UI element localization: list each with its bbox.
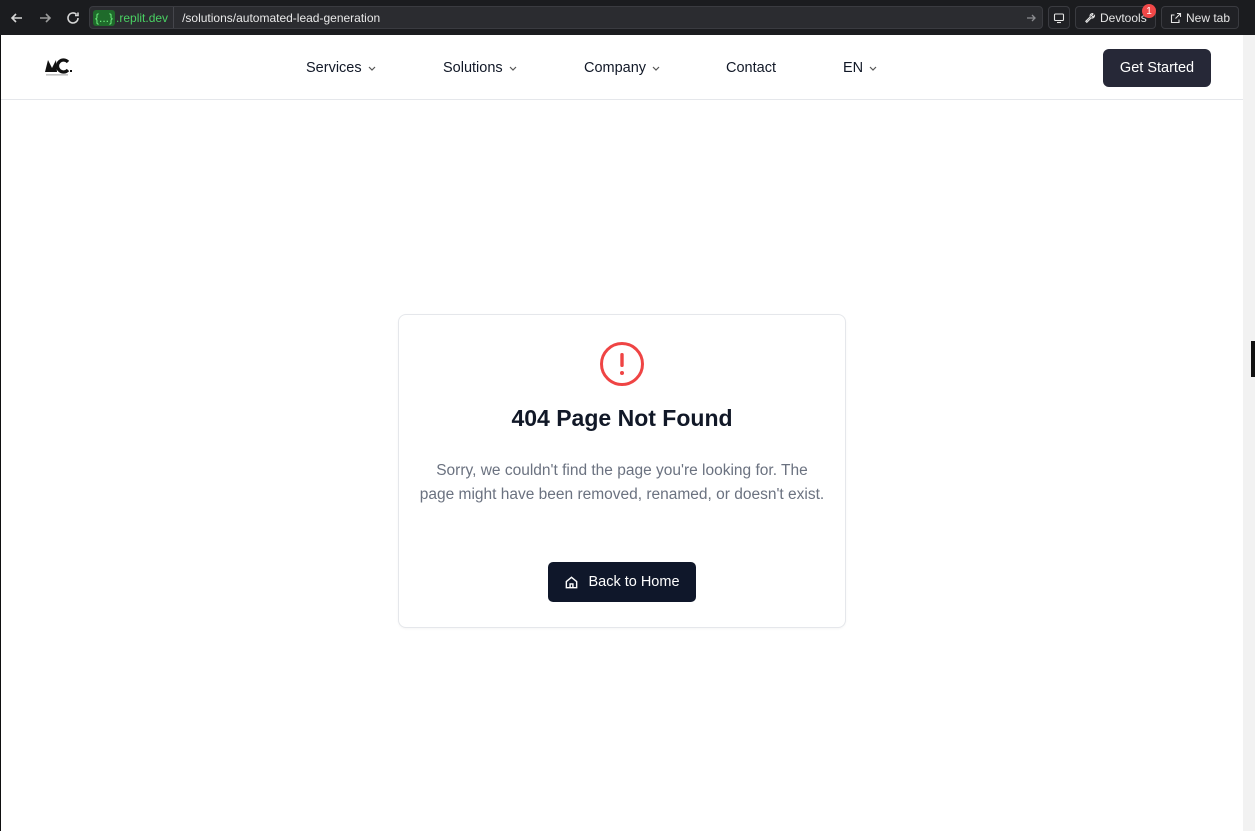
monitor-icon[interactable]	[1048, 6, 1070, 29]
reload-icon[interactable]	[59, 4, 87, 32]
nav-contact[interactable]: Contact	[726, 35, 776, 100]
scroll-gutter	[1243, 35, 1255, 831]
nav-solutions[interactable]: Solutions	[443, 35, 518, 100]
devtools-label: Devtools	[1100, 10, 1147, 25]
go-arrow-icon[interactable]	[1020, 7, 1042, 28]
back-arrow-icon[interactable]	[3, 4, 31, 32]
error-title: 404 Page Not Found	[511, 405, 733, 431]
site-header: Services Solutions Company Contact EN Ge…	[1, 35, 1243, 100]
get-started-button[interactable]: Get Started	[1103, 49, 1211, 87]
url-domain: {...} .replit.dev	[90, 7, 175, 28]
devtools-notification-badge: 1	[1142, 4, 1156, 18]
wrench-icon	[1085, 12, 1096, 23]
chevron-down-icon	[869, 66, 877, 71]
language-label: EN	[843, 59, 864, 76]
chevron-down-icon	[368, 66, 376, 71]
page: Services Solutions Company Contact EN Ge…	[1, 35, 1243, 831]
not-found-card: 404 Page Not Found Sorry, we couldn't fi…	[398, 314, 846, 628]
new-tab-button[interactable]: New tab	[1161, 6, 1239, 29]
url-domain-text: .replit.dev	[116, 10, 169, 25]
address-bar[interactable]: {...} .replit.dev /solutions/automated-l…	[89, 6, 1043, 29]
language-selector[interactable]: EN	[843, 35, 878, 100]
nav-solutions-label: Solutions	[443, 59, 503, 76]
nav-contact-label: Contact	[726, 59, 776, 76]
nav-services[interactable]: Services	[306, 35, 377, 100]
home-icon	[566, 575, 578, 588]
new-tab-label: New tab	[1186, 10, 1231, 25]
external-link-icon	[1170, 12, 1182, 23]
error-message: Sorry, we couldn't find the page you're …	[419, 462, 825, 503]
get-started-label: Get Started	[1119, 60, 1195, 76]
nav-company-label: Company	[584, 59, 647, 76]
url-domain-braces: {...}	[93, 9, 116, 26]
chevron-down-icon	[509, 66, 517, 71]
logo[interactable]	[43, 54, 73, 78]
back-to-home-button[interactable]: Back to Home	[548, 562, 696, 602]
nav-company[interactable]: Company	[584, 35, 661, 100]
chevron-down-icon	[652, 66, 660, 71]
forward-arrow-icon[interactable]	[31, 4, 59, 32]
url-path[interactable]: /solutions/automated-lead-generation	[174, 11, 1020, 25]
back-to-home-label: Back to Home	[588, 574, 680, 590]
scrollbar-thumb[interactable]	[1251, 341, 1255, 377]
nav-services-label: Services	[306, 59, 362, 76]
alert-circle-icon	[600, 342, 644, 386]
